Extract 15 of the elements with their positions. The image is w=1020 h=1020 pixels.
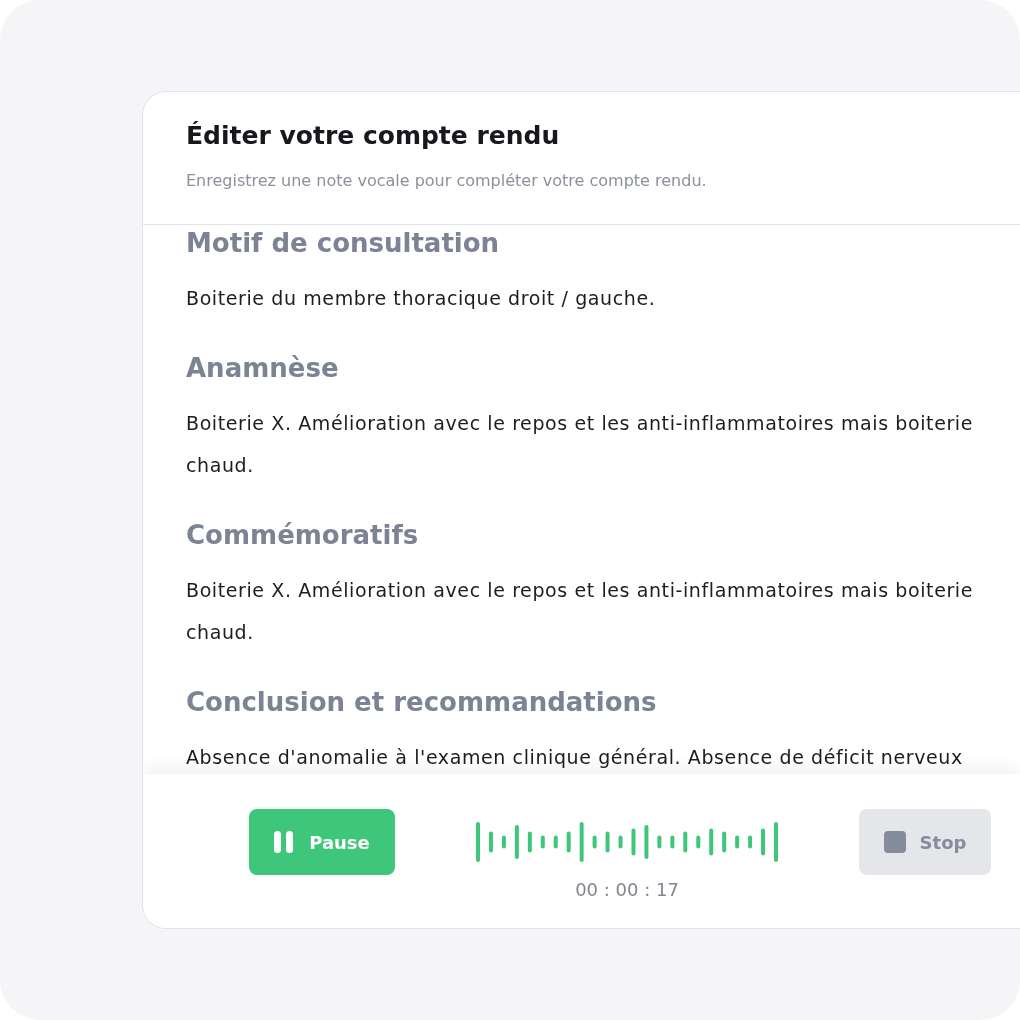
stop-icon [883,831,906,853]
section-text: Absence d'anomalie à l'examen clinique général. Absence de déficit nerveux [186,745,964,770]
section-text: Boiterie du membre thoracique droit / gauche. [186,286,657,311]
section-heading: Commémoratifs [186,519,420,551]
card-subtitle: Enregistrez une note vocale pour compléter votre compte rendu. [186,170,708,192]
card-title: Éditer votre compte rendu [186,120,561,152]
section-text: Boiterie X. Amélioration avec le repos et les anti-inflammatoires mais boiterie chaud. [186,411,974,478]
recording-timer: 00 : 00 : 17 [575,879,679,901]
section-text: Boiterie X. Amélioration avec le repos et les anti-inflammatoires mais boiterie chaud. [186,578,974,645]
section-heading: Motif de consultation [186,227,501,259]
pause-button[interactable]: Pause [249,809,395,875]
section-heading: Conclusion et recommandations [186,686,658,718]
pause-icon [274,831,294,853]
section-heading: Anamnèse [186,352,340,384]
stop-button[interactable]: Stop [859,809,991,875]
